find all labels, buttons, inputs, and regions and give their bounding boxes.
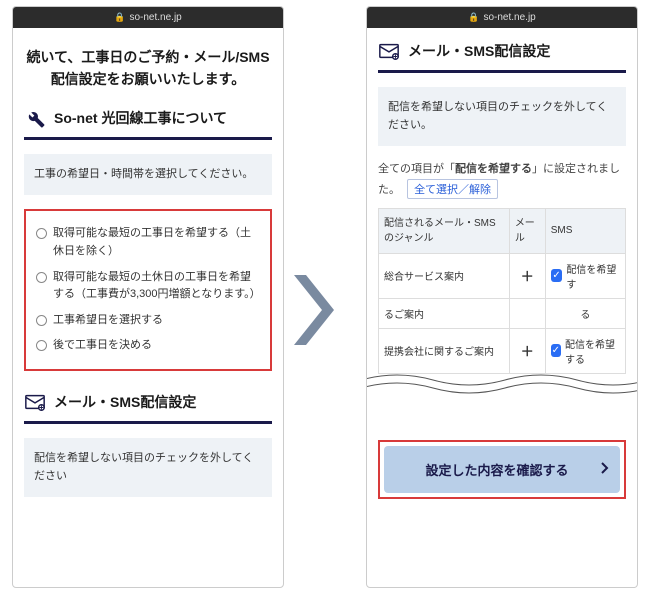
radio-option[interactable]: 取得可能な最短の土休日の工事日を希望する（工事費が3,300円増額となります。） xyxy=(34,265,262,308)
instruction-banner: 配信を希望しない項目のチェックを外してください xyxy=(24,438,272,497)
radio-icon xyxy=(36,340,47,351)
transition-arrow-icon xyxy=(294,275,334,345)
checkbox-checked-icon[interactable]: ✓ xyxy=(551,344,561,357)
section-header-mail: メール・SMS配信設定 xyxy=(24,391,272,424)
expand-icon[interactable]: ＋ xyxy=(509,328,545,373)
radio-option[interactable]: 取得可能な最短の工事日を希望する（土休日を除く） xyxy=(34,221,262,264)
expand-icon[interactable]: ＋ xyxy=(509,253,545,298)
th-sms: SMS xyxy=(545,208,625,253)
radio-icon xyxy=(36,272,47,283)
section-header-mail: メール・SMS配信設定 xyxy=(378,40,626,73)
section-title: So-net 光回線工事について xyxy=(54,108,227,128)
select-all-toggle[interactable]: 全て選択／解除 xyxy=(407,179,498,199)
highlighted-options: 取得可能な最短の工事日を希望する（土休日を除く） 取得可能な最短の土休日の工事日… xyxy=(24,209,272,371)
table-row: 提携会社に関するご案内 ＋ ✓配信を希望する xyxy=(379,328,626,373)
instruction-banner: 工事の希望日・時間帯を選択してください。 xyxy=(24,154,272,196)
page-heading: 続いて、工事日のご予約・メール/SMS配信設定をお願いいたします。 xyxy=(24,46,272,91)
status-text: 全ての項目が「配信を希望する」に設定されました。 全て選択／解除 xyxy=(378,160,626,199)
phone-screen-left: so-net.ne.jp 続いて、工事日のご予約・メール/SMS配信設定をお願い… xyxy=(12,6,284,588)
radio-option[interactable]: 工事希望日を選択する xyxy=(34,308,262,334)
wrench-icon xyxy=(24,107,46,129)
mail-settings-icon xyxy=(378,40,400,62)
url-bar: so-net.ne.jp xyxy=(367,7,637,28)
table-row: るご案内 る xyxy=(379,298,626,328)
subscription-table: 配信されるメール・SMSのジャンル メール SMS 総合サービス案内 ＋ ✓配信… xyxy=(378,208,626,374)
mail-settings-icon xyxy=(24,391,46,413)
highlighted-confirm: 設定した内容を確認する xyxy=(378,440,626,499)
th-genre: 配信されるメール・SMSのジャンル xyxy=(379,208,510,253)
radio-icon xyxy=(36,228,47,239)
chevron-right-icon xyxy=(600,461,610,478)
radio-icon xyxy=(36,315,47,326)
checkbox-checked-icon[interactable]: ✓ xyxy=(551,269,563,282)
section-header-construction: So-net 光回線工事について xyxy=(24,107,272,140)
radio-option[interactable]: 後で工事日を決める xyxy=(34,333,262,359)
instruction-banner: 配信を希望しない項目のチェックを外してください。 xyxy=(378,87,626,146)
url-bar: so-net.ne.jp xyxy=(13,7,283,28)
section-title: メール・SMS配信設定 xyxy=(408,41,550,61)
th-mail: メール xyxy=(509,208,545,253)
section-title: メール・SMS配信設定 xyxy=(54,392,196,412)
table-row: 総合サービス案内 ＋ ✓配信を希望す xyxy=(379,253,626,298)
confirm-button[interactable]: 設定した内容を確認する xyxy=(384,446,620,493)
phone-screen-right: so-net.ne.jp メール・SMS配信設定 配信を希望しない項目のチェック… xyxy=(366,6,638,588)
